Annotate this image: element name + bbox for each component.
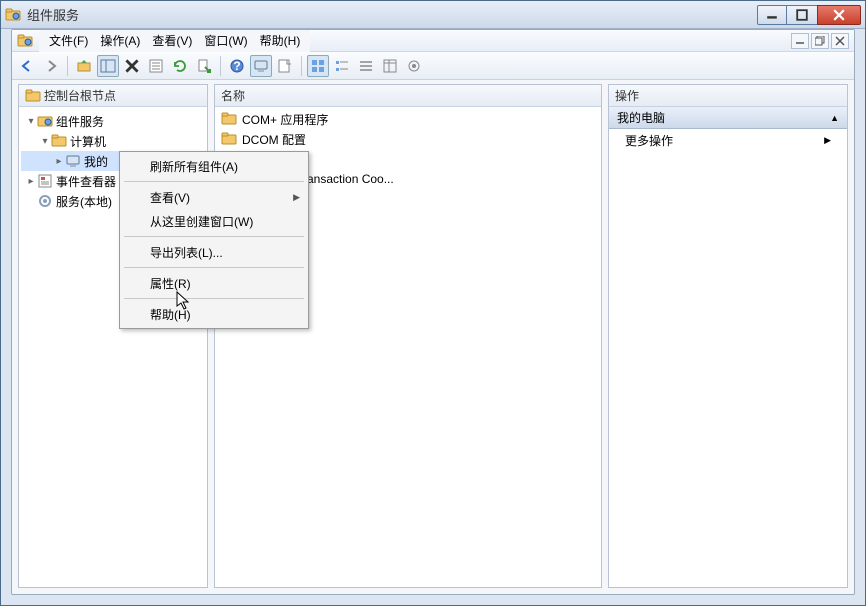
ctx-export-list[interactable]: 导出列表(L)... xyxy=(122,240,306,264)
context-menu: 刷新所有组件(A) 查看(V) 从这里创建窗口(W) 导出列表(L)... 属性… xyxy=(119,151,309,329)
ctx-new-window[interactable]: 从这里创建窗口(W) xyxy=(122,209,306,233)
actions-more-label: 更多操作 xyxy=(625,132,673,149)
list-item-label: ansaction Coo... xyxy=(307,172,394,186)
actions-context-header[interactable]: 我的电脑 ▲ xyxy=(609,107,847,129)
window-controls xyxy=(757,5,861,25)
actions-pane: 操作 我的电脑 ▲ 更多操作 ▶ xyxy=(608,84,848,588)
context-menu-separator xyxy=(124,236,304,237)
tree-label: 事件查看器 xyxy=(56,173,116,190)
export-button[interactable] xyxy=(193,55,215,77)
back-button[interactable] xyxy=(16,55,38,77)
no-expand-icon xyxy=(25,196,37,207)
event-viewer-icon xyxy=(37,173,53,189)
forward-button[interactable] xyxy=(40,55,62,77)
view-small-icons-button[interactable] xyxy=(331,55,353,77)
window-title: 组件服务 xyxy=(27,5,757,24)
menu-bar: 文件(F) 操作(A) 查看(V) 窗口(W) 帮助(H) xyxy=(39,30,310,52)
view-list-button[interactable] xyxy=(355,55,377,77)
close-button[interactable] xyxy=(817,5,861,25)
collapse-icon[interactable]: ▾ xyxy=(25,116,37,127)
toolbar: ? xyxy=(12,52,854,80)
inner-close-button[interactable] xyxy=(831,33,849,49)
services-icon xyxy=(37,193,53,209)
context-menu-separator xyxy=(124,181,304,182)
component-services-icon xyxy=(37,113,53,129)
view-large-icons-button[interactable] xyxy=(307,55,329,77)
svg-text:?: ? xyxy=(233,59,240,73)
tree-label: 组件服务 xyxy=(56,113,104,130)
outer-titlebar: 组件服务 xyxy=(1,1,865,29)
folder-icon xyxy=(221,131,237,147)
minimize-button[interactable] xyxy=(757,5,787,25)
up-button[interactable] xyxy=(73,55,95,77)
refresh-button[interactable] xyxy=(169,55,191,77)
actions-body xyxy=(609,151,847,587)
collapse-icon: ▲ xyxy=(830,113,839,123)
tree-node-root[interactable]: ▾ 组件服务 xyxy=(21,111,205,131)
list-item-label: DCOM 配置 xyxy=(242,131,306,148)
tree-label: 计算机 xyxy=(70,133,106,150)
toolbar-separator xyxy=(67,56,68,76)
tree-header: 控制台根节点 xyxy=(19,85,207,107)
actions-header: 操作 xyxy=(609,85,847,107)
toolbar-separator xyxy=(220,56,221,76)
folder-icon xyxy=(25,88,41,104)
folder-icon xyxy=(51,133,67,149)
inner-minimize-button[interactable] xyxy=(791,33,809,49)
menu-window[interactable]: 窗口(W) xyxy=(198,30,253,51)
submenu-arrow-icon: ▶ xyxy=(824,135,831,146)
app-icon xyxy=(5,7,21,23)
ctx-refresh-all[interactable]: 刷新所有组件(A) xyxy=(122,154,306,178)
ctx-view[interactable]: 查看(V) xyxy=(122,185,306,209)
my-computer-button[interactable] xyxy=(250,55,272,77)
folder-icon xyxy=(221,111,237,127)
ctx-help[interactable]: 帮助(H) xyxy=(122,302,306,326)
window-new-button[interactable] xyxy=(274,55,296,77)
app-icon xyxy=(17,33,33,49)
delete-button[interactable] xyxy=(121,55,143,77)
menu-action[interactable]: 操作(A) xyxy=(94,30,146,51)
tree-node-computers[interactable]: ▾ 计算机 xyxy=(21,131,205,151)
collapse-icon[interactable]: ▾ xyxy=(39,136,51,147)
menu-help[interactable]: 帮助(H) xyxy=(254,30,307,51)
list-item-label: COM+ 应用程序 xyxy=(242,111,328,128)
tree-label: 服务(本地) xyxy=(56,193,112,210)
actions-more[interactable]: 更多操作 ▶ xyxy=(609,129,847,151)
inner-titlebar: 文件(F) 操作(A) 查看(V) 窗口(W) 帮助(H) xyxy=(12,30,854,52)
ctx-properties[interactable]: 属性(R) xyxy=(122,271,306,295)
inner-restore-button[interactable] xyxy=(811,33,829,49)
properties-button[interactable] xyxy=(145,55,167,77)
context-menu-separator xyxy=(124,267,304,268)
expand-icon[interactable]: ▸ xyxy=(53,156,65,167)
view-status-button[interactable] xyxy=(403,55,425,77)
toolbar-separator xyxy=(301,56,302,76)
computer-icon xyxy=(65,153,81,169)
list-item[interactable]: COM+ 应用程序 xyxy=(217,109,599,129)
menu-file[interactable]: 文件(F) xyxy=(43,30,94,51)
tree-label: 我的 xyxy=(84,153,108,170)
help-button[interactable]: ? xyxy=(226,55,248,77)
maximize-button[interactable] xyxy=(787,5,817,25)
actions-context-label: 我的电脑 xyxy=(617,109,665,126)
menu-view[interactable]: 查看(V) xyxy=(146,30,198,51)
context-menu-separator xyxy=(124,298,304,299)
expand-icon[interactable]: ▸ xyxy=(25,176,37,187)
show-tree-button[interactable] xyxy=(97,55,119,77)
tree-header-label: 控制台根节点 xyxy=(44,87,116,104)
list-item[interactable]: DCOM 配置 xyxy=(217,129,599,149)
app-window: 组件服务 文件(F) 操作(A) 查看(V) 窗口(W) 帮助(H) xyxy=(0,0,866,606)
list-column-header[interactable]: 名称 xyxy=(215,85,601,107)
view-details-button[interactable] xyxy=(379,55,401,77)
